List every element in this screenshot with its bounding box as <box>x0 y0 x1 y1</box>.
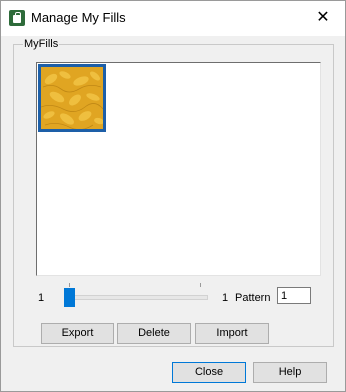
delete-button[interactable]: Delete <box>117 323 191 344</box>
group-label: MyFills <box>23 38 60 51</box>
jar-body <box>13 15 21 23</box>
pattern-number-input[interactable] <box>277 287 311 304</box>
export-button[interactable]: Export <box>41 323 114 344</box>
help-button[interactable]: Help <box>253 362 327 383</box>
slider-tick-end <box>200 283 201 287</box>
slider-max-label: 1 <box>222 292 229 304</box>
pattern-slider[interactable] <box>60 283 210 309</box>
fill-thumbnail-selected[interactable] <box>38 64 106 132</box>
fill-pattern-preview <box>41 67 103 129</box>
close-button[interactable]: Close <box>172 362 246 383</box>
slider-track <box>64 295 208 300</box>
fill-jar-icon <box>9 10 25 26</box>
import-button[interactable]: Import <box>195 323 269 344</box>
slider-tick-start <box>69 283 70 287</box>
window-title: Manage My Fills <box>31 10 126 25</box>
pattern-label: Pattern <box>235 292 271 304</box>
close-icon[interactable]: ✕ <box>311 6 335 30</box>
slider-thumb[interactable] <box>64 288 75 307</box>
title-bar: Manage My Fills ✕ <box>1 1 345 36</box>
slider-min-label: 1 <box>38 292 45 304</box>
fills-list[interactable] <box>36 62 321 276</box>
